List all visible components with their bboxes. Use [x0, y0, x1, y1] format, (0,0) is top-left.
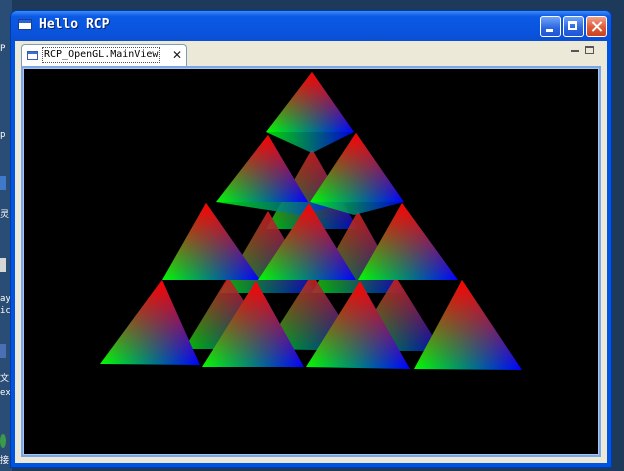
pyramid-face-shading	[266, 72, 354, 132]
desktop-shortcut-icon[interactable]	[0, 344, 6, 358]
minimize-button[interactable]	[540, 16, 561, 37]
view-frame	[21, 66, 601, 457]
desktop-icon-label: 文	[0, 374, 10, 384]
close-button[interactable]	[586, 16, 607, 37]
pyramid-face-shading	[414, 280, 522, 370]
tab-main-view[interactable]: RCP_OpenGL.MainView ✕	[21, 44, 187, 66]
maximize-button[interactable]	[563, 16, 584, 37]
view-maximize-icon[interactable]	[585, 46, 594, 54]
title-bar[interactable]: Hello RCP	[11, 11, 611, 41]
view-minimize-icon[interactable]	[571, 50, 579, 52]
desktop-icon-label: 灵	[0, 210, 10, 220]
sierpinski-pyramid-render	[100, 72, 522, 370]
view-tab-bar: RCP_OpenGL.MainView ✕	[21, 44, 601, 66]
desktop-icon-label: 接	[0, 456, 10, 466]
pyramid-face-shading	[216, 135, 308, 202]
pyramid-face-shading	[100, 280, 200, 365]
window-client-area: RCP_OpenGL.MainView ✕	[15, 41, 607, 463]
app-window: Hello RCP RCP_OpenGL.MainView ✕	[10, 10, 612, 468]
pyramid-underside	[266, 132, 354, 153]
tab-label: RCP_OpenGL.MainView	[41, 47, 161, 63]
desktop-shortcut-icon[interactable]	[0, 176, 6, 190]
close-tab-icon[interactable]: ✕	[171, 48, 183, 62]
desktop-icon-label: p	[0, 130, 6, 140]
desktop-shortcut-icon[interactable]	[0, 258, 6, 272]
window-icon[interactable]	[18, 19, 32, 30]
opengl-canvas[interactable]	[24, 69, 598, 454]
desktop-icon-label: P	[0, 44, 6, 54]
view-icon	[27, 51, 38, 60]
desktop-shortcut-icon[interactable]	[0, 434, 6, 448]
pyramid-face-shading	[162, 203, 260, 280]
window-title: Hello RCP	[39, 17, 110, 32]
